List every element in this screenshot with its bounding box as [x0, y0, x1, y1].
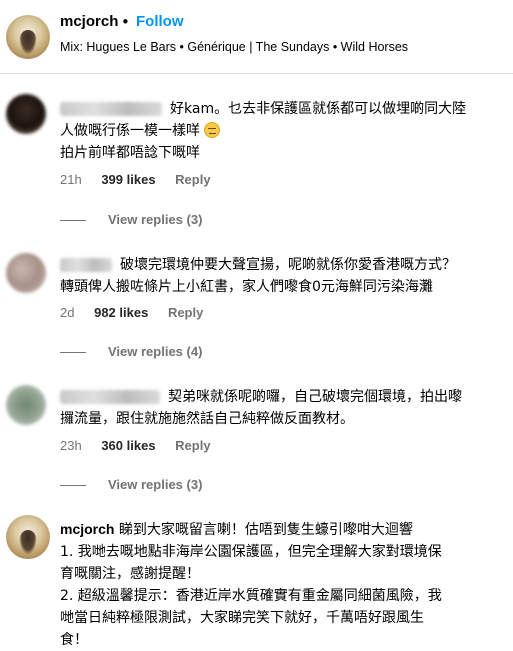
comment-meta: 23h 360 likes Reply — [60, 438, 227, 453]
view-replies-button[interactable]: View replies (4) — [60, 344, 202, 359]
comment-text: 契弟咪就係呢啲囉，自己破壞完個環境，拍出嚟 攞流量，跟住就施施然話自己純粹做反面… — [60, 389, 462, 427]
author-username[interactable]: mcjorch — [60, 13, 118, 30]
post-header: mcjorch • Follow Mix: Hugues Le Bars • G… — [0, 0, 513, 74]
comment-time: 2d — [60, 305, 75, 320]
grimacing-face-emoji-icon — [204, 122, 221, 138]
commenter-username-redacted[interactable] — [60, 390, 160, 404]
separator-dot: • — [121, 13, 130, 31]
commenter-username-redacted[interactable] — [60, 258, 112, 272]
reply-button[interactable]: Reply — [175, 438, 210, 453]
view-replies-line — [60, 220, 86, 222]
follow-button[interactable]: Follow — [136, 13, 184, 30]
view-replies-button[interactable]: View replies (3) — [60, 477, 202, 492]
comment-text: 好kam。乜去非保護區就係都可以做埋啲同大陸 人做嘅行係一模一樣咩 拍片前咩都唔… — [60, 101, 467, 161]
commenter-username-redacted[interactable] — [60, 102, 162, 116]
commenter-avatar[interactable] — [6, 94, 46, 134]
comment-meta: 21h 399 likes Reply — [60, 172, 227, 187]
comment-text: mcjorch 睇到大家嘅留言喇！估唔到隻生蠔引嚟咁大迴響 1. 我哋去嘅地點非… — [60, 521, 442, 648]
comment-likes[interactable]: 399 likes — [101, 172, 155, 187]
author-avatar[interactable] — [6, 15, 50, 59]
view-replies-button[interactable]: View replies (3) — [60, 212, 202, 227]
comment-time: 23h — [60, 438, 82, 453]
commenter-avatar[interactable] — [6, 253, 46, 293]
author-avatar[interactable] — [6, 515, 50, 559]
reply-button[interactable]: Reply — [175, 172, 210, 187]
commenter-avatar[interactable] — [6, 385, 46, 425]
comment-likes[interactable]: 360 likes — [101, 438, 155, 453]
view-replies-line — [60, 485, 86, 487]
commenter-username[interactable]: mcjorch — [60, 521, 114, 537]
reply-button[interactable]: Reply — [168, 305, 203, 320]
audio-attribution[interactable]: Mix: Hugues Le Bars • Générique | The Su… — [60, 40, 408, 54]
comment-meta: 2d 982 likes Reply — [60, 305, 219, 320]
comment-likes[interactable]: 982 likes — [94, 305, 148, 320]
comment-text: 破壞完環境仲要大聲宣揚，呢啲就係你愛香港嘅方式？ 轉頭俾人搬咗條片上小紅書，家人… — [60, 257, 456, 295]
view-replies-line — [60, 352, 86, 354]
comment-time: 21h — [60, 172, 82, 187]
